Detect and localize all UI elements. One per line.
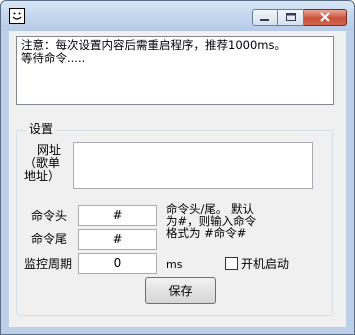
smiley-face-icon bbox=[9, 8, 25, 24]
close-button[interactable] bbox=[304, 9, 347, 26]
cmd-hint-line: 格式为 #命令# bbox=[166, 226, 247, 240]
url-label-sub2: 地址） bbox=[24, 169, 74, 183]
interval-input[interactable]: 0 bbox=[78, 253, 157, 274]
cmd-tail-label: 命令尾 bbox=[31, 232, 68, 246]
url-input[interactable] bbox=[73, 142, 313, 189]
cmd-head-label: 命令头 bbox=[31, 209, 68, 223]
save-button-label: 保存 bbox=[168, 284, 193, 298]
log-textarea[interactable]: 注意：每次设置内容后需重启程序，推荐1000ms。 等待命令..... bbox=[16, 36, 334, 105]
url-label-line: 地址） bbox=[24, 169, 61, 183]
url-label-sub: （歌单 bbox=[24, 156, 74, 170]
settings-group-title: 设置 bbox=[26, 122, 57, 136]
autostart-label[interactable]: 开机启动 bbox=[241, 257, 289, 271]
cmd-tail-input[interactable]: # bbox=[78, 229, 157, 250]
interval-unit: ms bbox=[166, 258, 183, 271]
minimize-icon bbox=[260, 11, 270, 25]
maximize-button[interactable] bbox=[278, 9, 304, 26]
url-label-line: （歌单 bbox=[24, 156, 61, 170]
cmd-head-input[interactable]: # bbox=[78, 205, 157, 226]
cmd-hint: 命令头/尾。 默认 为#，则输入命令 格式为 #命令# bbox=[166, 203, 276, 239]
save-button[interactable]: 保存 bbox=[145, 277, 216, 304]
url-label-line: 网址 bbox=[36, 143, 61, 157]
autostart-checkbox[interactable] bbox=[225, 257, 238, 270]
minimize-button[interactable] bbox=[252, 9, 278, 26]
url-label: 网址 bbox=[34, 143, 64, 157]
interval-label: 监控周期 bbox=[24, 257, 73, 271]
close-icon bbox=[320, 11, 330, 25]
maximize-icon bbox=[285, 11, 296, 25]
log-line: 等待命令..... bbox=[21, 51, 86, 65]
title-bar[interactable] bbox=[1, 1, 354, 31]
